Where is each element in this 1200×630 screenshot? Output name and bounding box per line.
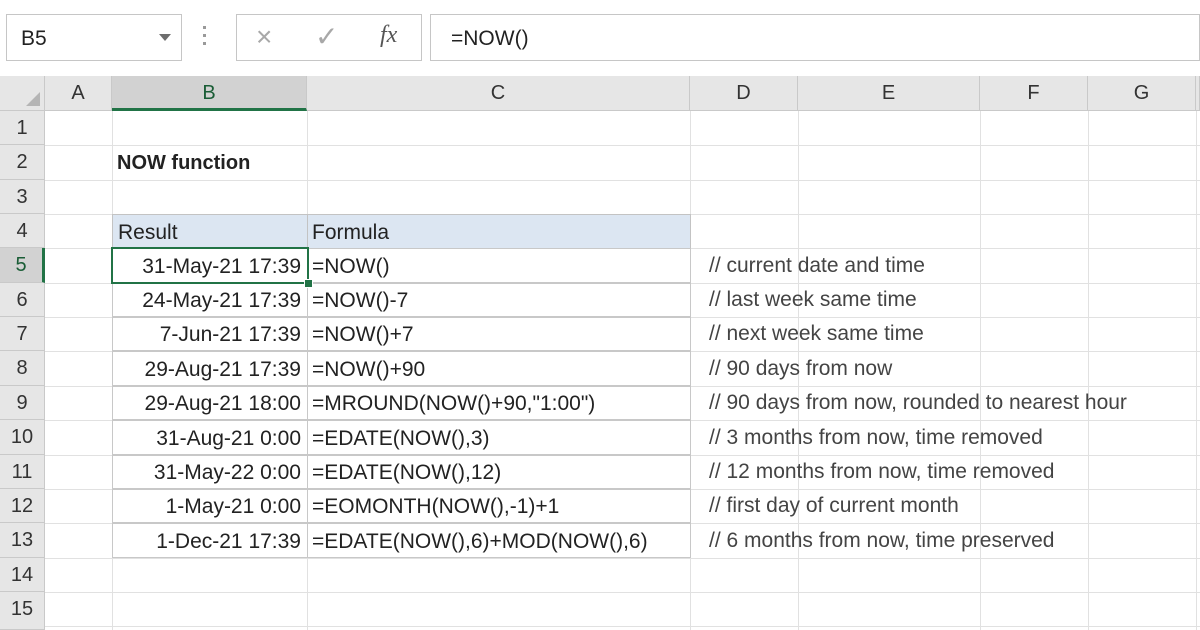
result-cell[interactable]: 29-Aug-21 18:00 [112,386,308,420]
column-header-f[interactable]: F [980,76,1088,111]
comment-cell[interactable]: // 6 months from now, time preserved [709,523,1054,558]
fill-handle[interactable] [304,279,313,288]
name-box[interactable]: B5 [6,14,182,61]
more-options-icon[interactable] [203,26,207,50]
column-header-c[interactable]: C [307,76,690,111]
header-formula[interactable]: Formula [307,214,691,249]
comment-cell[interactable]: // 90 days from now, rounded to nearest … [709,386,1127,420]
formula-cell[interactable]: =NOW()+90 [307,351,691,386]
worksheet-grid[interactable]: A B C D E F G 1 2 3 4 5 6 7 8 9 10 11 12… [0,76,1200,630]
result-cell[interactable]: 29-Aug-21 17:39 [112,351,308,386]
row-header-5[interactable]: 5 [0,248,45,283]
name-box-value: B5 [21,27,47,50]
sheet-title[interactable]: NOW function [117,152,250,175]
column-header-a[interactable]: A [45,76,112,111]
comment-cell[interactable]: // last week same time [709,283,917,317]
row-header-3[interactable]: 3 [0,180,45,214]
enter-check-icon[interactable]: ✓ [315,22,338,52]
result-cell[interactable]: 1-May-21 0:00 [112,489,308,523]
active-cell-border [111,247,309,284]
comment-cell[interactable]: // current date and time [709,248,925,283]
comment-cell[interactable]: // 3 months from now, time removed [709,420,1043,455]
row-header-4[interactable]: 4 [0,214,45,248]
comment-cell[interactable]: // first day of current month [709,489,959,523]
column-header-d[interactable]: D [690,76,798,111]
row-header-12[interactable]: 12 [0,489,45,523]
formula-input[interactable]: =NOW() [430,14,1200,61]
column-header-g[interactable]: G [1088,76,1196,111]
row-header-1[interactable]: 1 [0,111,45,145]
result-cell[interactable]: 24-May-21 17:39 [112,283,308,317]
row-header-2[interactable]: 2 [0,145,45,180]
row-header-8[interactable]: 8 [0,351,45,386]
gridline [1196,111,1197,630]
formula-cell[interactable]: =EDATE(NOW(),12) [307,455,691,489]
row-header-6[interactable]: 6 [0,283,45,317]
formula-cell[interactable]: =EOMONTH(NOW(),-1)+1 [307,489,691,523]
header-result[interactable]: Result [112,214,308,249]
dropdown-arrow-icon[interactable] [159,34,171,41]
formula-cell[interactable]: =NOW()-7 [307,283,691,317]
result-cell[interactable]: 1-Dec-21 17:39 [112,523,308,558]
row-header-9[interactable]: 9 [0,386,45,420]
gridline [45,145,1200,146]
cancel-icon[interactable]: × [256,22,272,52]
result-cell[interactable]: 31-Aug-21 0:00 [112,420,308,455]
formula-cell[interactable]: =NOW() [307,248,691,283]
row-header-15[interactable]: 15 [0,592,45,630]
result-cell[interactable]: 7-Jun-21 17:39 [112,317,308,351]
gridline [45,592,1200,593]
formula-bar: B5 × ✓ fx =NOW() [0,0,1200,76]
row-header-10[interactable]: 10 [0,420,45,455]
row-header-11[interactable]: 11 [0,455,45,489]
column-header-h[interactable] [1196,76,1200,111]
formula-cell[interactable]: =MROUND(NOW()+90,"1:00") [307,386,691,420]
formula-cell[interactable]: =EDATE(NOW(),3) [307,420,691,455]
insert-function-icon[interactable]: fx [380,22,397,49]
comment-cell[interactable]: // 90 days from now [709,351,892,386]
column-header-b[interactable]: B [112,76,307,111]
formula-cell[interactable]: =EDATE(NOW(),6)+MOD(NOW(),6) [307,523,691,558]
formula-cell[interactable]: =NOW()+7 [307,317,691,351]
select-all-icon [26,92,40,106]
comment-cell[interactable]: // next week same time [709,317,924,351]
select-all-corner[interactable] [0,76,45,111]
row-header-13[interactable]: 13 [0,523,45,558]
gridline [45,180,1200,181]
row-header-14[interactable]: 14 [0,558,45,592]
result-cell[interactable]: 31-May-22 0:00 [112,455,308,489]
formula-text: =NOW() [451,27,529,50]
row-header-7[interactable]: 7 [0,317,45,351]
comment-cell[interactable]: // 12 months from now, time removed [709,455,1054,489]
column-header-e[interactable]: E [798,76,980,111]
gridline [1088,111,1089,630]
gridline [45,626,1200,627]
